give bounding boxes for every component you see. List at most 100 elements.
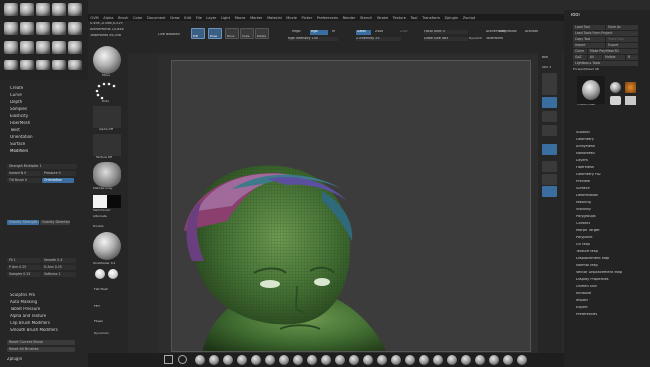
menu-marker[interactable]: Marker bbox=[248, 16, 265, 20]
brush-icon-21[interactable] bbox=[475, 355, 485, 365]
main-color-swatch[interactable] bbox=[93, 195, 107, 208]
sphere3d-thumbnail[interactable] bbox=[610, 82, 621, 93]
menu-item-smooth-brush-modifiers[interactable]: Smooth Brush Modifiers bbox=[10, 328, 58, 332]
save-as-button[interactable]: Save As bbox=[606, 25, 638, 30]
square-select-icon[interactable] bbox=[164, 355, 173, 364]
dynamic-button[interactable]: Dynamic bbox=[469, 37, 482, 40]
brush-thumb[interactable] bbox=[68, 60, 82, 70]
brush-thumb[interactable] bbox=[52, 60, 66, 70]
brush-icon-5[interactable] bbox=[251, 355, 261, 365]
tool-item-display-properties[interactable]: Display Properties bbox=[576, 278, 609, 282]
secondary-color-swatch[interactable] bbox=[107, 195, 121, 208]
menu-render[interactable]: Render bbox=[340, 16, 357, 20]
load-tools-from-project-button[interactable]: Load Tools From Project bbox=[573, 31, 638, 36]
menu-color[interactable]: Color bbox=[131, 16, 145, 20]
circle-select-icon[interactable] bbox=[178, 355, 187, 364]
make-polymesh-button[interactable]: Make PolyMesh3D bbox=[588, 49, 638, 54]
menu-preferences[interactable]: Preferences bbox=[315, 16, 341, 20]
brush-icon-7[interactable] bbox=[279, 355, 289, 365]
bpr-button[interactable]: BPR bbox=[542, 56, 548, 59]
brush-icon-20[interactable] bbox=[461, 355, 471, 365]
fit-slider[interactable]: Fit 1 bbox=[7, 258, 41, 263]
brush-thumb[interactable] bbox=[4, 41, 18, 54]
menu-document[interactable]: Document bbox=[145, 16, 168, 20]
tool-item-fibermesh[interactable]: FiberMesh bbox=[576, 166, 594, 170]
menu-item-twist[interactable]: Twist bbox=[10, 128, 20, 132]
brush-thumb[interactable] bbox=[20, 41, 34, 54]
brush-icon-14[interactable] bbox=[377, 355, 387, 365]
menu-zplugin[interactable]: Zplugin bbox=[442, 16, 460, 20]
reset-current-brush-button[interactable]: Reset Current Brush bbox=[7, 340, 75, 345]
current-tool-thumbnail[interactable] bbox=[577, 76, 605, 104]
menu-material[interactable]: Material bbox=[265, 16, 284, 20]
dynamics-label[interactable]: Dynamics bbox=[94, 332, 109, 335]
mrgb-button[interactable]: Mrgb bbox=[292, 30, 301, 34]
switch-color-label[interactable]: SwitchColor bbox=[93, 209, 111, 212]
menu-layer[interactable]: Layer bbox=[204, 16, 219, 20]
brush-thumb[interactable] bbox=[52, 22, 66, 35]
menu-macro[interactable]: Macro bbox=[232, 16, 247, 20]
brush-icon-22[interactable] bbox=[489, 355, 499, 365]
zplugin-label[interactable]: Zplugin bbox=[7, 357, 22, 361]
brush-icon-18[interactable] bbox=[433, 355, 443, 365]
brush-thumb[interactable] bbox=[36, 60, 50, 70]
tool-item-vector-displacement-map[interactable]: Vector Displacement Map bbox=[576, 271, 622, 275]
live-boolean-button[interactable]: Live Boolean bbox=[158, 33, 180, 37]
brush-icon-11[interactable] bbox=[335, 355, 345, 365]
rgb-intensity-slider[interactable]: Rgb Intensity 100 bbox=[288, 37, 338, 41]
tool-item-import[interactable]: Import bbox=[576, 299, 588, 303]
brush-icon-16[interactable] bbox=[405, 355, 415, 365]
zadd-button[interactable]: Zadd bbox=[356, 30, 371, 35]
draw-button[interactable]: Draw bbox=[208, 28, 222, 39]
menu-item-modifiers[interactable]: Modifiers bbox=[10, 149, 28, 153]
export-button[interactable]: Export bbox=[606, 43, 638, 48]
menu-file[interactable]: File bbox=[193, 16, 204, 20]
tool-item-layers[interactable]: Layers bbox=[576, 159, 588, 163]
menu-item-create[interactable]: Create bbox=[10, 86, 23, 90]
lightbox-tools-button[interactable]: Lightbox ▸ Tools bbox=[573, 61, 638, 66]
zcut-button[interactable]: Zcut bbox=[400, 30, 408, 34]
tool-item-export[interactable]: Export bbox=[576, 306, 588, 310]
tool-item-subtool[interactable]: Subtool bbox=[576, 131, 590, 135]
menu-item-alpha-texture[interactable]: Alpha and Texture bbox=[10, 314, 46, 318]
tool-item-geometry[interactable]: Geometry bbox=[576, 138, 594, 142]
tool-item-preferences[interactable]: Preferences bbox=[576, 313, 597, 317]
aahalf-button[interactable] bbox=[542, 111, 557, 122]
menu-item-elasticity[interactable]: Elasticity bbox=[10, 114, 28, 118]
all-button[interactable]: All bbox=[588, 55, 602, 60]
menu-item-depth[interactable]: Depth bbox=[10, 100, 22, 104]
zsub-button[interactable]: Zsub bbox=[375, 30, 383, 34]
brush-icon-8[interactable] bbox=[293, 355, 303, 365]
brush-icon-6[interactable] bbox=[265, 355, 275, 365]
m-button[interactable]: M bbox=[332, 30, 335, 34]
smooth-slider[interactable]: Smooth 0.4 bbox=[42, 258, 76, 263]
tool-item-masking[interactable]: Masking bbox=[576, 201, 591, 205]
goz-button[interactable]: GoZ bbox=[573, 55, 587, 60]
local-button[interactable] bbox=[542, 161, 557, 172]
menu-item-clip-brush-modifiers[interactable]: Clip Brush Modifiers bbox=[10, 321, 50, 325]
material-preview[interactable] bbox=[93, 162, 121, 187]
brush-thumb[interactable] bbox=[52, 3, 66, 16]
brush-thumb[interactable] bbox=[4, 3, 18, 16]
tool-item-geometry-hd[interactable]: Geometry HD bbox=[576, 173, 601, 177]
stroke-dots-icon[interactable] bbox=[93, 80, 121, 100]
menu-tool[interactable]: Tool bbox=[408, 16, 420, 20]
brush-icon-13[interactable] bbox=[363, 355, 373, 365]
orientation-button[interactable]: Orientation bbox=[42, 178, 74, 183]
pann-slider[interactable]: P Ann 0.25 bbox=[7, 265, 41, 270]
cube-thumbnail[interactable] bbox=[625, 96, 636, 105]
tool-item-preview[interactable]: Preview bbox=[576, 180, 590, 184]
tool-item-contact[interactable]: Contact bbox=[576, 222, 590, 226]
alpha-preview[interactable] bbox=[93, 106, 121, 128]
persp-button[interactable] bbox=[542, 125, 557, 136]
spix-button[interactable]: SPix 3 bbox=[542, 66, 551, 69]
floor-button[interactable] bbox=[542, 144, 557, 155]
brush-thumb[interactable] bbox=[20, 22, 34, 35]
actual-button[interactable] bbox=[542, 97, 557, 108]
rotate-button[interactable]: Rotate bbox=[255, 28, 269, 39]
menu-item-orientation[interactable]: Orientation bbox=[10, 135, 33, 139]
menu-brush[interactable]: Brush bbox=[116, 16, 131, 20]
brush-thumb[interactable] bbox=[36, 22, 50, 35]
brush-thumb[interactable] bbox=[36, 41, 50, 54]
menu-alpha[interactable]: Alpha bbox=[101, 16, 116, 20]
